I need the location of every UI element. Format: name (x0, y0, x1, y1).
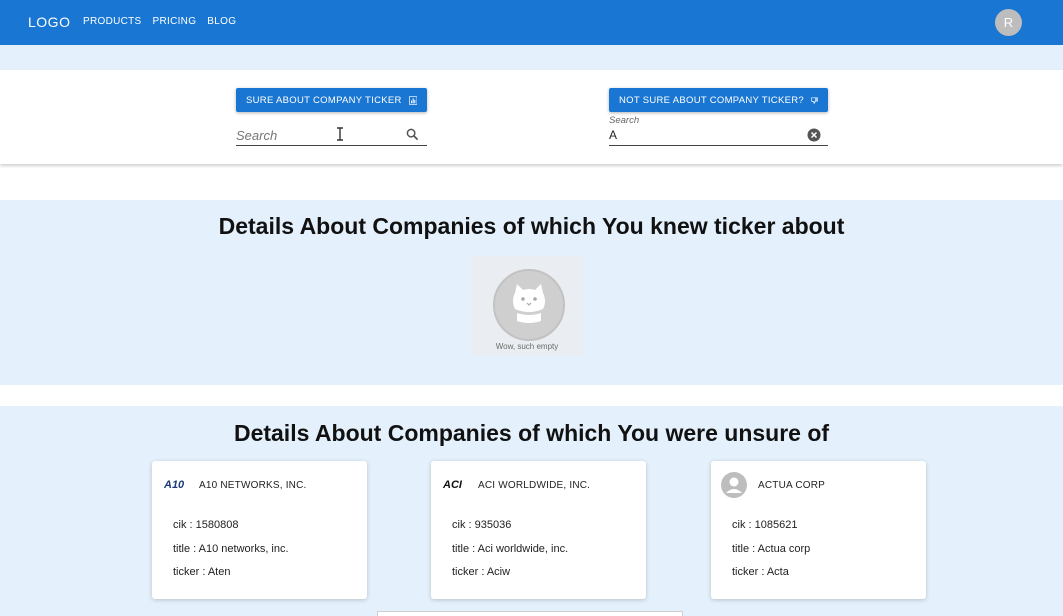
bar-chart-icon (408, 95, 417, 105)
main-nav: PRODUCTS PRICING BLOG (83, 16, 236, 27)
sure-ticker-button[interactable]: SURE ABOUT COMPANY TICKER (236, 88, 427, 112)
nav-link-blog[interactable]: BLOG (207, 16, 236, 27)
company-ticker: ticker : Aten (173, 566, 231, 578)
company-search-input[interactable]: A (609, 128, 617, 142)
spacer-band (0, 178, 1063, 200)
section-gap (0, 385, 1063, 406)
empty-state-image (493, 269, 565, 341)
clear-icon[interactable] (807, 128, 821, 142)
company-card[interactable]: A10 A10 NETWORKS, INC. cik : 1580808 tit… (152, 461, 367, 599)
company-name: ACI WORLDWIDE, INC. (478, 480, 591, 491)
company-cik: cik : 935036 (452, 519, 512, 531)
company-title: title : A10 networks, inc. (173, 543, 289, 555)
empty-state-text: Wow, such empty (495, 342, 559, 351)
search-panel: SURE ABOUT COMPANY TICKER Search NOT SUR… (0, 70, 1063, 164)
ticker-search-input[interactable]: Search (236, 128, 277, 143)
unsure-section-title: Details About Companies of which You wer… (233, 420, 830, 446)
company-name: A10 NETWORKS, INC. (199, 480, 307, 491)
thumb-down-icon (811, 97, 818, 104)
search-icon[interactable] (406, 128, 419, 141)
pagination-bar (377, 611, 683, 616)
app-bar: LOGO PRODUCTS PRICING BLOG R (0, 0, 1063, 45)
company-logo: A10 (164, 479, 185, 491)
company-search-field[interactable]: Search A (609, 115, 828, 146)
empty-state: Wow, such empty (471, 256, 583, 356)
person-avatar-icon (721, 472, 747, 498)
nav-link-products[interactable]: PRODUCTS (83, 16, 142, 27)
logo[interactable]: LOGO (28, 14, 70, 30)
company-ticker: ticker : Acta (732, 566, 789, 578)
not-sure-ticker-button-label: NOT SURE ABOUT COMPANY TICKER? (619, 94, 804, 106)
company-title: title : Aci worldwide, inc. (452, 543, 569, 555)
company-cik: cik : 1580808 (173, 519, 239, 531)
sure-ticker-button-label: SURE ABOUT COMPANY TICKER (246, 94, 402, 106)
company-card[interactable]: ACI ACI WORLDWIDE, INC. cik : 935036 tit… (431, 461, 646, 599)
company-name: ACTUA CORP (758, 480, 826, 491)
nav-link-pricing[interactable]: PRICING (153, 16, 197, 27)
company-cik: cik : 1085621 (732, 519, 798, 531)
ticker-search-field[interactable]: Search (236, 122, 427, 146)
not-sure-ticker-button[interactable]: NOT SURE ABOUT COMPANY TICKER? (609, 88, 828, 112)
known-section-title: Details About Companies of which You kne… (218, 213, 845, 239)
user-avatar[interactable]: R (995, 9, 1022, 36)
text-cursor-icon (337, 127, 343, 141)
company-ticker: ticker : Aciw (452, 566, 511, 578)
company-card[interactable]: ACTUA CORP cik : 1085621 title : Actua c… (711, 461, 926, 599)
company-title: title : Actua corp (732, 543, 811, 555)
company-search-label: Search (609, 115, 640, 126)
company-logo: ACI (443, 479, 462, 491)
cat-icon (513, 284, 545, 323)
top-band (0, 45, 1063, 70)
